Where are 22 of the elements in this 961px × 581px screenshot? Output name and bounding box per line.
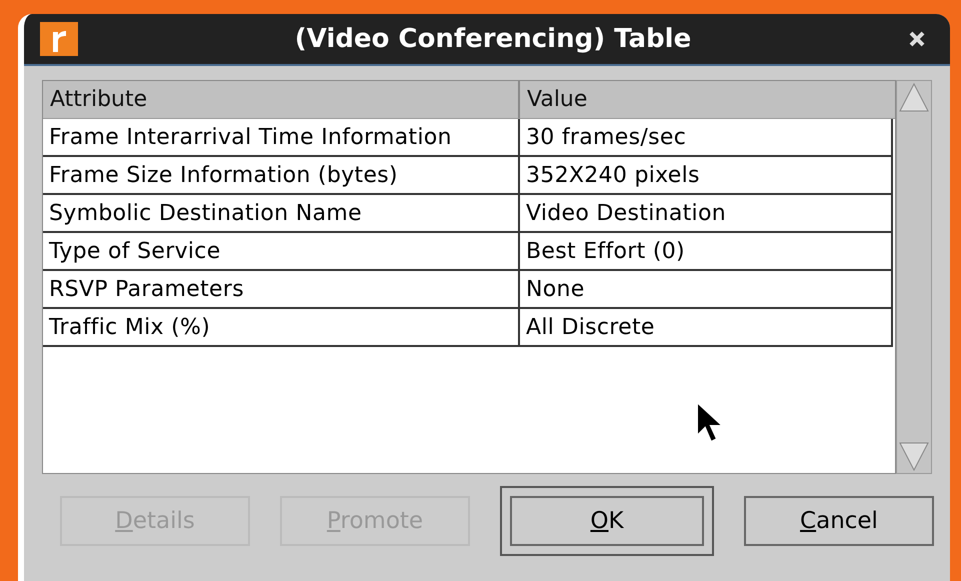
table-cell: Frame Size Information (bytes) — [43, 157, 520, 193]
scrollbar[interactable] — [896, 80, 932, 474]
scroll-down-icon[interactable] — [898, 441, 930, 473]
dialog-button[interactable]: Cancel — [744, 496, 934, 546]
scroll-up-icon[interactable] — [898, 81, 930, 113]
dialog-button[interactable]: OK — [510, 496, 704, 546]
table-cell: RSVP Parameters — [43, 271, 520, 307]
window-title: (Video Conferencing) Table — [294, 22, 692, 56]
table-cell: Type of Service — [43, 233, 520, 269]
table-cell: Traffic Mix (%) — [43, 309, 520, 345]
table-cell: Symbolic Destination Name — [43, 195, 520, 231]
table-cell-text: 30 frames/sec — [525, 124, 688, 152]
table-cell-text: Video Destination — [525, 200, 727, 228]
column-header[interactable]: Attribute — [43, 81, 520, 118]
table-cell-text: Best Effort (0) — [525, 238, 686, 266]
table-cell-text: 352X240 pixels — [525, 162, 701, 190]
table-cell-text: None — [525, 276, 586, 304]
column-header[interactable]: Value — [520, 81, 896, 118]
table-cell-text: All Discrete — [525, 314, 656, 342]
table-cell: Frame Interarrival Time Information — [43, 119, 520, 155]
close-icon[interactable] — [908, 30, 926, 48]
app-logo-icon — [40, 22, 78, 56]
